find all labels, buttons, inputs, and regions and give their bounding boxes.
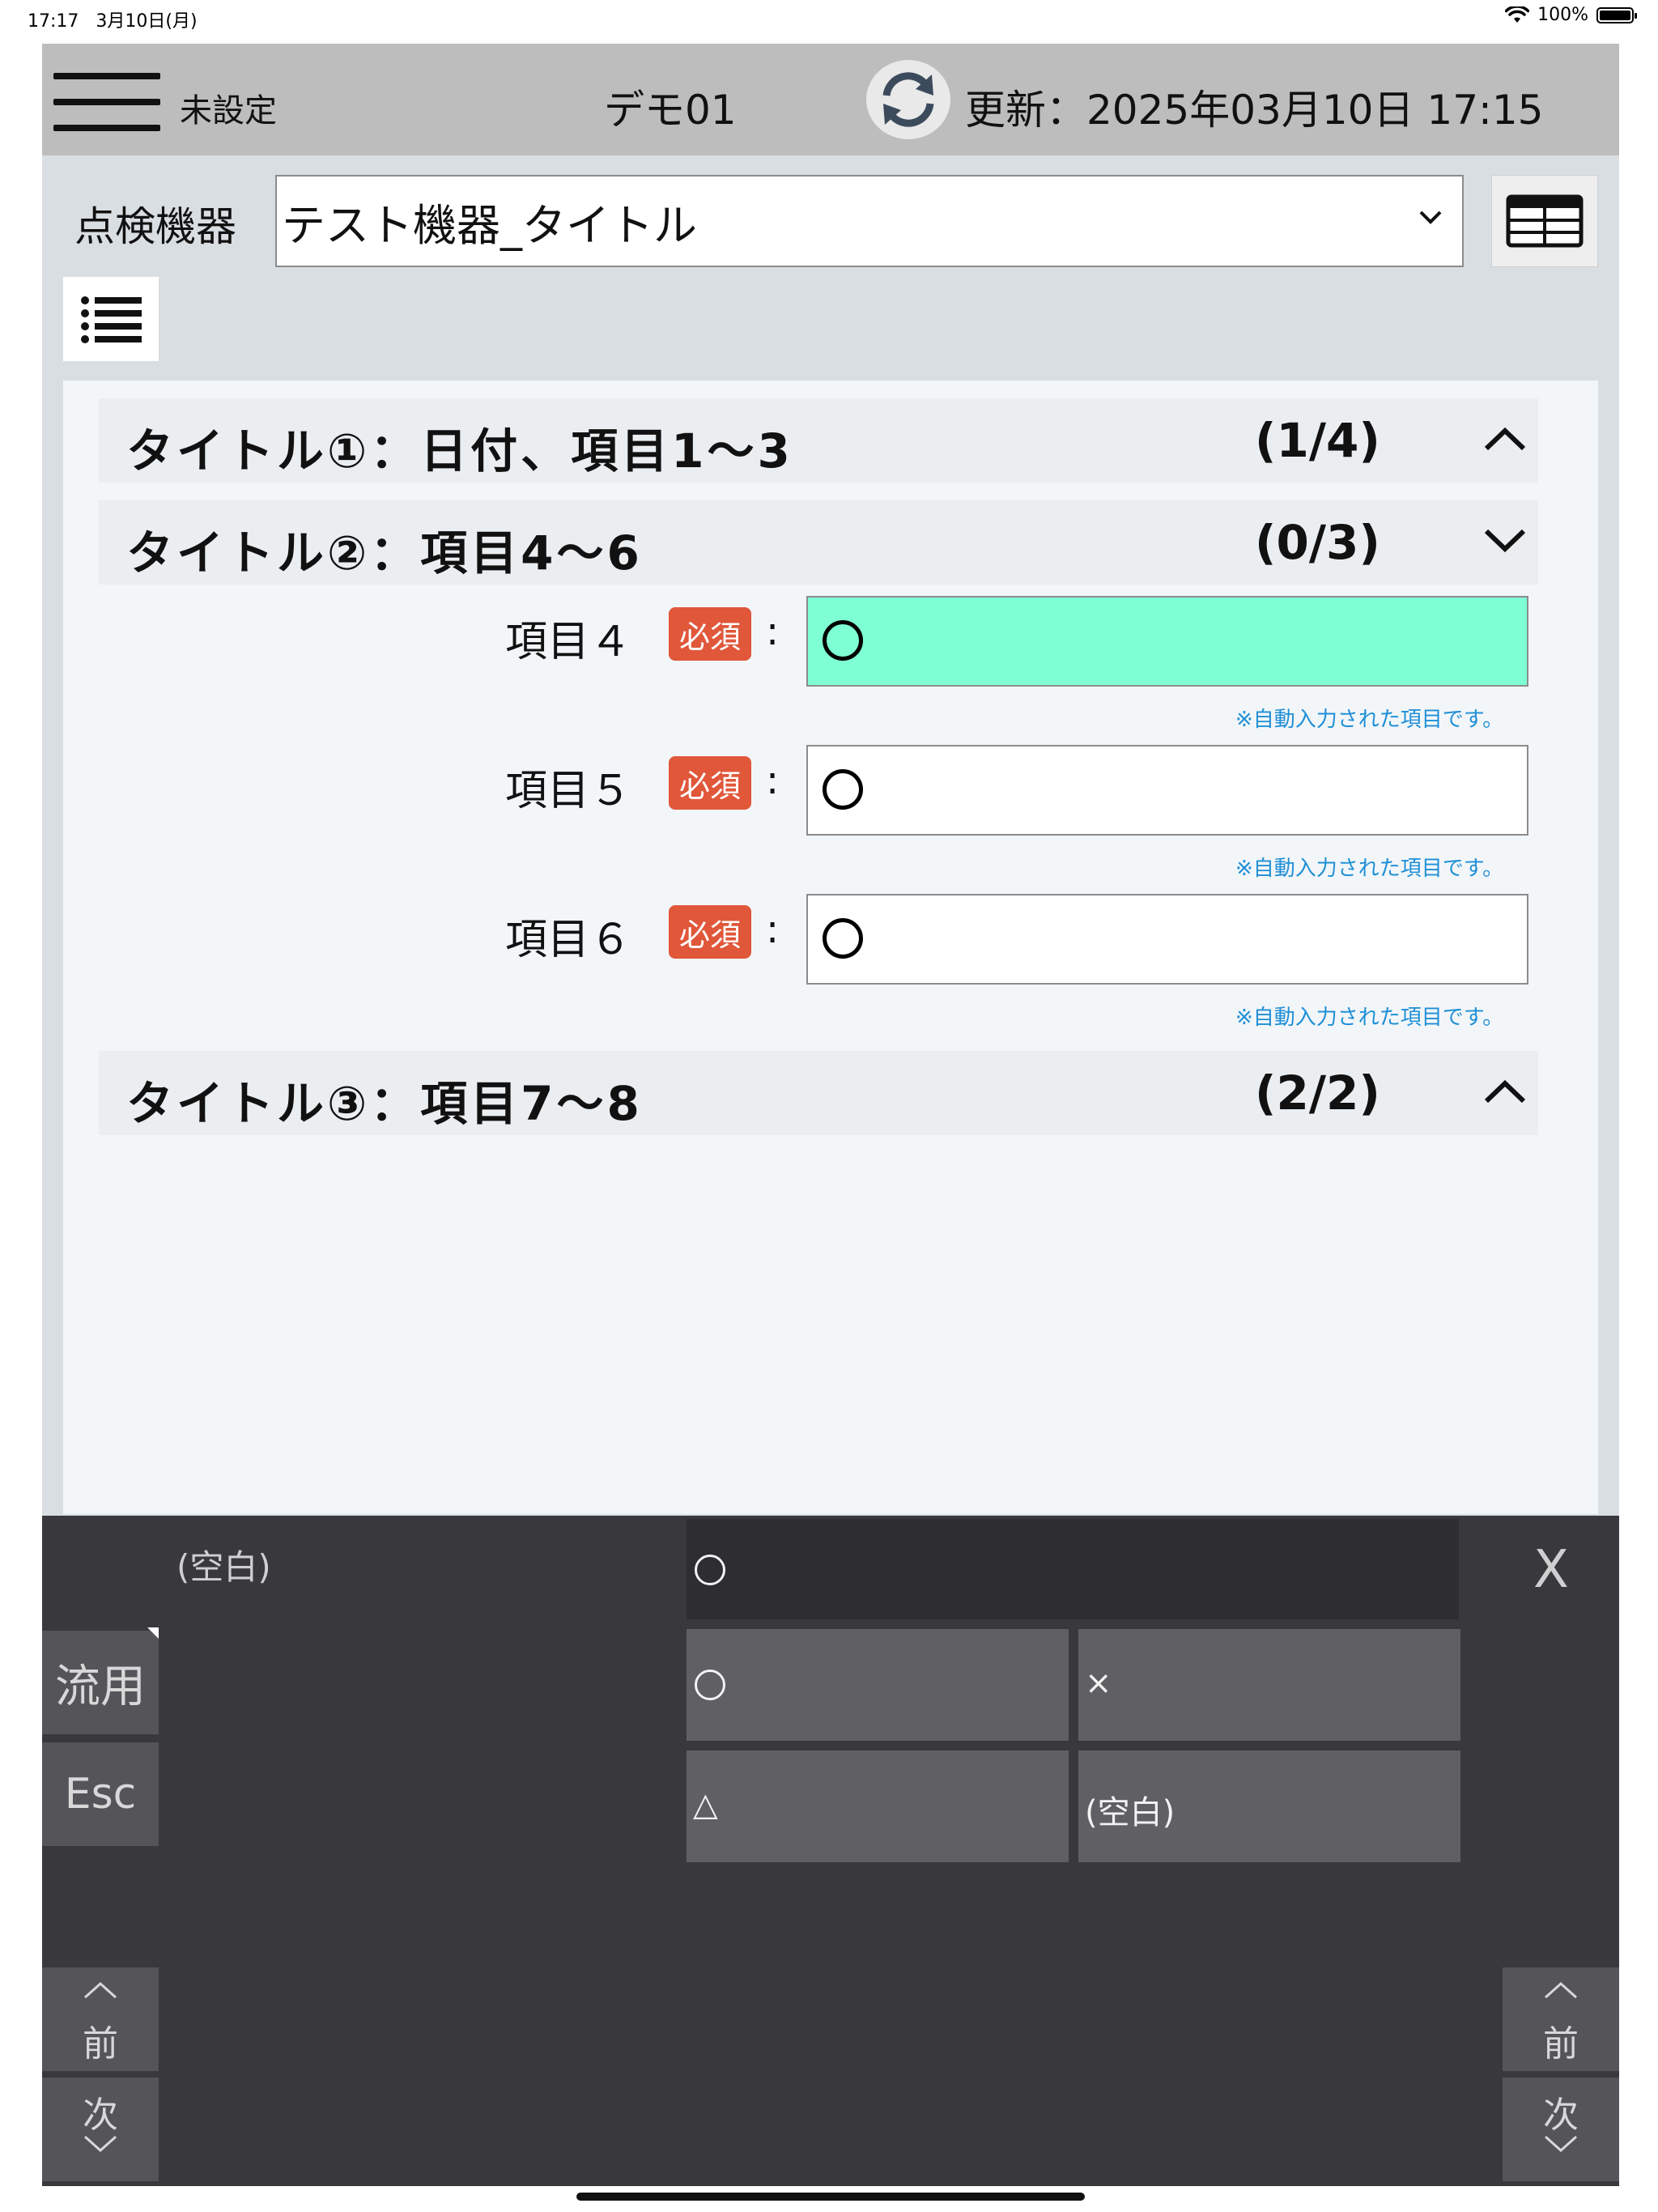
option-blank-button[interactable]: (空白) (1078, 1750, 1460, 1862)
section-count: (2/2) (1255, 1066, 1380, 1121)
prev-button-right[interactable]: 前 (1503, 1967, 1619, 2071)
circle-mark-icon (695, 1555, 725, 1585)
battery-icon (1596, 6, 1637, 23)
next-button-right[interactable]: 次 (1503, 2078, 1619, 2181)
chevron-up-icon (1484, 1079, 1526, 1104)
equipment-label: 点検機器 (74, 203, 236, 250)
section-title: タイトル②：項目4～6 (126, 525, 643, 581)
option-cross-button[interactable]: × (1078, 1629, 1460, 1741)
chevron-up-icon (83, 1981, 117, 1999)
current-value-display (687, 1519, 1459, 1619)
section-header-1[interactable]: タイトル①：日付、項目1～3 (1/4) (99, 398, 1538, 483)
circle-mark-icon (823, 918, 863, 959)
chevron-down-icon (1484, 529, 1526, 553)
item-4-input[interactable] (806, 596, 1528, 687)
close-panel-button[interactable]: X (1533, 1540, 1569, 1600)
circle-mark-icon (823, 769, 863, 810)
sync-button[interactable] (866, 60, 950, 139)
status-time: 17:17 3月10日(月) (28, 6, 198, 32)
auto-input-note: ※自動入力された項目です。 (1235, 1006, 1504, 1030)
table-icon (1506, 194, 1584, 248)
menu-bar-icon (53, 99, 160, 105)
corner-indicator (147, 1627, 159, 1639)
next-label: 次 (1543, 2095, 1579, 2136)
section-title: タイトル③：項目7～8 (126, 1076, 643, 1131)
auto-input-note: ※自動入力された項目です。 (1235, 857, 1504, 881)
status-date: 3月10日(月) (96, 11, 198, 32)
item-colon: : (766, 907, 780, 952)
last-updated: 更新：2025年03月10日 17:15 (965, 87, 1544, 134)
next-button-left[interactable]: 次 (42, 2078, 159, 2181)
prev-label: 前 (1543, 2023, 1579, 2065)
item-colon: : (766, 609, 780, 654)
required-badge: 必須 (669, 905, 751, 959)
panel-blank-label: (空白) (176, 1547, 271, 1587)
equipment-select[interactable]: テスト機器_タイトル (275, 175, 1464, 267)
auto-input-note: ※自動入力された項目です。 (1235, 708, 1504, 732)
prev-label: 前 (83, 2023, 118, 2065)
device-name: デモ01 (604, 87, 737, 134)
battery-percent: 100% (1537, 5, 1588, 25)
wifi-icon (1505, 6, 1530, 23)
item-label-6: 項目６ (505, 916, 632, 964)
chevron-down-icon (1544, 2135, 1578, 2153)
hamburger-menu-button[interactable] (53, 73, 160, 133)
required-badge: 必須 (669, 756, 751, 810)
home-indicator[interactable] (576, 2193, 1085, 2201)
status-time-text: 17:17 (28, 11, 79, 32)
option-circle-button[interactable]: ○ (687, 1629, 1069, 1741)
option-label: △ (693, 1786, 718, 1823)
option-triangle-button[interactable]: △ (687, 1750, 1069, 1862)
location-label: 未設定 (180, 92, 277, 130)
chevron-down-icon (1419, 211, 1442, 224)
chevron-down-icon (83, 2135, 117, 2153)
menu-bar-icon (53, 73, 160, 79)
table-view-button[interactable] (1491, 175, 1598, 267)
list-icon (81, 296, 142, 343)
reuse-button[interactable]: 流用 (42, 1631, 159, 1734)
option-label: (空白) (1085, 1794, 1175, 1831)
item-label-4: 項目４ (505, 618, 632, 666)
section-header-3[interactable]: タイトル③：項目7～8 (2/2) (99, 1051, 1538, 1135)
prev-button-left[interactable]: 前 (42, 1967, 159, 2071)
sync-icon (882, 72, 934, 127)
item-6-input[interactable] (806, 894, 1528, 985)
circle-mark-icon (823, 620, 863, 661)
chevron-up-icon (1544, 1981, 1578, 1999)
esc-button[interactable]: Esc (42, 1742, 159, 1846)
section-count: (0/3) (1255, 515, 1380, 570)
item-colon: : (766, 758, 780, 803)
section-header-2[interactable]: タイトル②：項目4～6 (0/3) (99, 500, 1538, 585)
item-label-5: 項目５ (505, 767, 632, 815)
item-5-input[interactable] (806, 745, 1528, 836)
section-title: タイトル①：日付、項目1～3 (126, 423, 793, 479)
menu-bar-icon (53, 125, 160, 131)
option-label: × (1085, 1665, 1112, 1702)
section-count: (1/4) (1255, 413, 1380, 468)
next-label: 次 (83, 2095, 118, 2136)
equipment-selected-value: テスト機器_タイトル (282, 199, 697, 251)
list-view-button[interactable] (63, 277, 159, 361)
status-indicators: 100% (1505, 5, 1637, 25)
required-badge: 必須 (669, 607, 751, 661)
chevron-up-icon (1484, 427, 1526, 451)
